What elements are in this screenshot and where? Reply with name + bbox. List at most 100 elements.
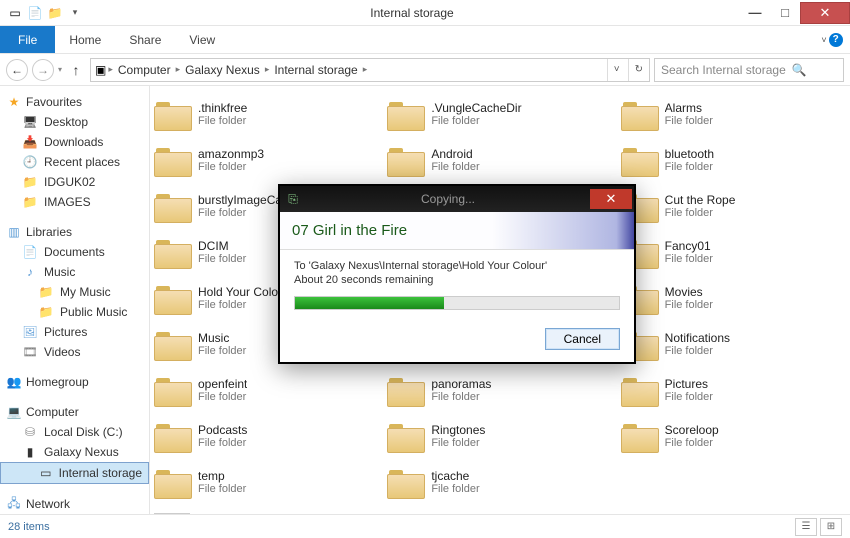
nav-back-button[interactable]: ← bbox=[6, 59, 28, 81]
sidebar-item-idguk02[interactable]: 📁IDGUK02 bbox=[0, 172, 149, 192]
tab-view[interactable]: View bbox=[175, 26, 229, 53]
sidebar-network[interactable]: 🖧Network bbox=[0, 494, 149, 514]
refresh-button[interactable]: ↻ bbox=[628, 59, 649, 81]
folder-item[interactable]: NotificationsFile folder bbox=[621, 324, 846, 364]
nav-forward-button[interactable]: → bbox=[32, 59, 54, 81]
chevron-down-icon: ˅ bbox=[821, 35, 826, 45]
minimize-button[interactable]: — bbox=[740, 2, 770, 24]
qat-folder-icon[interactable]: 📁 bbox=[46, 4, 64, 22]
folder-name: Hold Your Colo… bbox=[198, 285, 290, 299]
view-details-button[interactable]: ☰ bbox=[795, 518, 817, 536]
folder-icon: 📁 bbox=[22, 174, 38, 190]
sidebar-item-galaxy[interactable]: ▮Galaxy Nexus bbox=[0, 442, 149, 462]
maximize-button[interactable]: □ bbox=[770, 2, 800, 24]
folder-item[interactable]: panoramasFile folder bbox=[387, 370, 612, 410]
folder-name: temp bbox=[198, 469, 246, 483]
folder-item[interactable]: .thinkfreeFile folder bbox=[154, 94, 379, 134]
folder-item[interactable]: tempFile folder bbox=[154, 462, 379, 502]
dialog-destination: To 'Galaxy Nexus\Internal storage\Hold Y… bbox=[294, 260, 620, 272]
folder-name: Android bbox=[431, 147, 479, 161]
view-icons-button[interactable]: ⊞ bbox=[820, 518, 842, 536]
dialog-titlebar[interactable]: ⎘ Copying... ✕ bbox=[280, 186, 634, 212]
crumb-internal[interactable]: Internal storage bbox=[271, 63, 360, 77]
folder-item[interactable]: .VungleCacheDirFile folder bbox=[387, 94, 612, 134]
recent-icon: 🕘 bbox=[22, 154, 38, 170]
dialog-heading: 07 Girl in the Fire bbox=[280, 212, 634, 250]
folder-name: Cut the Rope bbox=[665, 193, 736, 207]
folder-item[interactable]: RingtonesFile folder bbox=[387, 416, 612, 456]
sidebar-item-mymusic[interactable]: 📁My Music bbox=[0, 282, 149, 302]
folder-name: Scoreloop bbox=[665, 423, 719, 437]
sidebar-item-music[interactable]: ♪Music bbox=[0, 262, 149, 282]
folder-item[interactable]: AlarmsFile folder bbox=[621, 94, 846, 134]
downloads-icon: 📥 bbox=[22, 134, 38, 150]
qat-properties-icon[interactable]: ▭ bbox=[6, 4, 24, 22]
sidebar-item-desktop[interactable]: 🖥Desktop bbox=[0, 112, 149, 132]
sidebar-item-recent[interactable]: 🕘Recent places bbox=[0, 152, 149, 172]
sidebar-item-documents[interactable]: 📄Documents bbox=[0, 242, 149, 262]
tab-home[interactable]: Home bbox=[55, 26, 115, 53]
sidebar-item-videos[interactable]: 🎞Videos bbox=[0, 342, 149, 362]
progress-fill bbox=[295, 297, 444, 309]
breadcrumb[interactable]: ▣ ▸ Computer ▸ Galaxy Nexus ▸ Internal s… bbox=[90, 58, 650, 82]
sidebar-item-internal[interactable]: ▭Internal storage bbox=[0, 462, 149, 484]
sidebar-item-downloads[interactable]: 📥Downloads bbox=[0, 132, 149, 152]
qat-newfolder-icon[interactable]: 📄 bbox=[26, 4, 44, 22]
folder-item[interactable]: AndroidFile folder bbox=[387, 140, 612, 180]
tab-file[interactable]: File bbox=[0, 26, 55, 53]
libraries-icon: ▥ bbox=[6, 224, 22, 240]
folder-item[interactable]: openfeintFile folder bbox=[154, 370, 379, 410]
folder-item[interactable]: PicturesFile folder bbox=[621, 370, 846, 410]
sidebar-item-pictures[interactable]: 🖼Pictures bbox=[0, 322, 149, 342]
folder-icon bbox=[621, 421, 657, 451]
folder-icon bbox=[387, 375, 423, 405]
cancel-button[interactable]: Cancel bbox=[545, 328, 620, 350]
sidebar-homegroup[interactable]: 👥Homegroup bbox=[0, 372, 149, 392]
folder-name: Notifications bbox=[665, 331, 730, 345]
folder-subtype: File folder bbox=[665, 299, 713, 311]
tab-share[interactable]: Share bbox=[115, 26, 175, 53]
folder-item[interactable]: tjcacheFile folder bbox=[387, 462, 612, 502]
dialog-close-button[interactable]: ✕ bbox=[590, 189, 632, 209]
folder-name: bluetooth bbox=[665, 147, 714, 161]
window-close-button[interactable]: ✕ bbox=[800, 2, 850, 24]
folder-item[interactable]: Cut the RopeFile folder bbox=[621, 186, 846, 226]
file-item[interactable]: BUGSENSE File33 bytes bbox=[154, 508, 379, 514]
crumb-computer[interactable]: Computer bbox=[115, 63, 174, 77]
ribbon-help[interactable]: ˅ ? bbox=[814, 26, 850, 53]
network-icon: 🖧 bbox=[6, 496, 22, 512]
sidebar-favourites[interactable]: ★Favourites bbox=[0, 92, 149, 112]
sidebar-item-images[interactable]: 📁IMAGES bbox=[0, 192, 149, 212]
nav-history-dropdown[interactable]: ▾ bbox=[58, 65, 62, 74]
folder-icon bbox=[621, 375, 657, 405]
device-icon: ▮ bbox=[22, 444, 38, 460]
sidebar-item-localdisk[interactable]: ⛁Local Disk (C:) bbox=[0, 422, 149, 442]
folder-name: panoramas bbox=[431, 377, 491, 391]
folder-item[interactable]: ScoreloopFile folder bbox=[621, 416, 846, 456]
folder-item[interactable]: amazonmp3File folder bbox=[154, 140, 379, 180]
sidebar-computer[interactable]: 💻Computer bbox=[0, 402, 149, 422]
search-placeholder: Search Internal storage bbox=[661, 63, 786, 77]
search-input[interactable]: Search Internal storage 🔍 bbox=[654, 58, 844, 82]
folder-item[interactable]: bluetoothFile folder bbox=[621, 140, 846, 180]
crumb-galaxy[interactable]: Galaxy Nexus bbox=[182, 63, 263, 77]
sidebar-item-publicmusic[interactable]: 📁Public Music bbox=[0, 302, 149, 322]
folder-subtype: File folder bbox=[198, 391, 247, 403]
nav-up-button[interactable]: ↑ bbox=[66, 60, 86, 80]
videos-icon: 🎞 bbox=[22, 344, 38, 360]
breadcrumb-dropdown[interactable]: ˅ bbox=[607, 59, 626, 81]
desktop-icon: 🖥 bbox=[22, 114, 38, 130]
folder-item[interactable]: Fancy01File folder bbox=[621, 232, 846, 272]
star-icon: ★ bbox=[6, 94, 22, 110]
help-icon[interactable]: ? bbox=[829, 33, 843, 47]
window-controls: — □ ✕ bbox=[740, 2, 850, 24]
sidebar-libraries[interactable]: ▥Libraries bbox=[0, 222, 149, 242]
folder-item[interactable]: PodcastsFile folder bbox=[154, 416, 379, 456]
folder-icon bbox=[154, 145, 190, 175]
progress-bar bbox=[294, 296, 620, 310]
folder-item[interactable]: MoviesFile folder bbox=[621, 278, 846, 318]
qat-dropdown-icon[interactable]: ▾ bbox=[66, 4, 84, 22]
folder-subtype: File folder bbox=[431, 161, 479, 173]
copy-icon: ⎘ bbox=[280, 192, 306, 207]
pictures-icon: 🖼 bbox=[22, 324, 38, 340]
